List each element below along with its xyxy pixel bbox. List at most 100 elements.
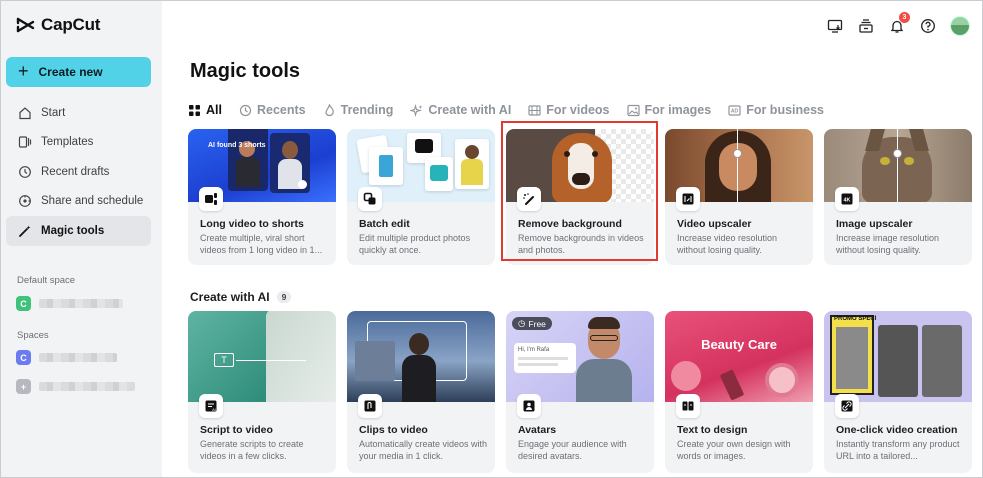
count-badge: 9: [276, 291, 292, 303]
spaces-heading: Spaces: [17, 330, 49, 341]
main-content: 3 Magic tools All Recents Trending Creat…: [162, 1, 982, 477]
inbox-button[interactable]: [857, 17, 875, 35]
space-avatar: C: [16, 350, 31, 365]
tool-description: Increase image resolution without losing…: [836, 233, 940, 255]
sidebar-item-templates[interactable]: Templates: [6, 128, 151, 158]
create-with-ai-heading: Create with AI 9: [190, 290, 292, 304]
sidebar-item-share-schedule[interactable]: Share and schedule: [6, 187, 151, 217]
space-item[interactable]: C: [16, 350, 117, 365]
tool-card-one-click-video[interactable]: PROMO SPECI One-click video creation Ins…: [824, 311, 972, 473]
tool-description: Create your own design with words or ima…: [677, 439, 791, 461]
tool-description: Remove backgrounds in videos and photos.: [518, 233, 644, 255]
space-name-redacted: [39, 353, 117, 362]
image-4k-icon: 4K: [835, 187, 859, 211]
tool-thumbnail: PROMO SPECI: [824, 311, 972, 402]
business-icon: AD: [728, 104, 741, 116]
home-icon: [19, 106, 31, 119]
magic-wand-icon: [19, 225, 31, 237]
tab-label: All: [206, 103, 222, 117]
create-new-button[interactable]: + Create new: [6, 57, 151, 87]
create-with-ai-grid: T AI Script to video Generate scripts to…: [188, 311, 972, 473]
tab-recents[interactable]: Recents: [239, 103, 306, 117]
tool-thumbnail: Beauty Care: [665, 311, 813, 402]
sidebar-item-label: Magic tools: [41, 224, 105, 237]
clock-icon: ◷: [518, 318, 526, 328]
tool-title: Remove background: [518, 218, 622, 230]
tool-card-video-upscaler[interactable]: Video upscaler Increase video resolution…: [665, 129, 813, 265]
capcut-logo[interactable]: CapCut: [16, 15, 100, 35]
tool-description: Edit multiple product photos quickly at …: [359, 233, 471, 255]
tool-title: Video upscaler: [677, 218, 752, 230]
svg-text:4K: 4K: [843, 198, 850, 204]
avatar[interactable]: [950, 16, 970, 36]
space-name-redacted: [39, 299, 123, 308]
sidebar-item-label: Templates: [41, 136, 94, 149]
tab-for-videos[interactable]: For videos: [528, 103, 610, 117]
tab-label: For business: [746, 103, 824, 117]
free-badge: ◷ Free: [512, 317, 552, 330]
design-icon: [676, 394, 700, 418]
tab-create-with-ai[interactable]: Create with AI: [410, 103, 511, 117]
tab-label: For images: [644, 103, 712, 117]
notification-badge: 3: [899, 12, 910, 23]
clock-icon: [239, 104, 252, 116]
tool-title: Text to design: [677, 424, 748, 436]
tab-trending[interactable]: Trending: [323, 103, 394, 117]
tool-card-batch-edit[interactable]: Batch edit Edit multiple product photos …: [347, 129, 495, 265]
svg-text:AI: AI: [212, 407, 216, 412]
tool-card-image-upscaler[interactable]: 4K Image upscaler Increase image resolut…: [824, 129, 972, 265]
link-icon: [835, 394, 859, 418]
tool-card-script-to-video[interactable]: T AI Script to video Generate scripts to…: [188, 311, 336, 473]
tool-title: Script to video: [200, 424, 273, 436]
scissors-video-icon: [199, 187, 223, 211]
add-space-item[interactable]: +: [16, 379, 135, 394]
ai-found-label: AI found 3 shorts: [208, 142, 266, 149]
sidebar-item-label: Recent drafts: [41, 165, 110, 178]
plus-icon: +: [18, 61, 29, 81]
sidebar-item-start[interactable]: Start: [6, 98, 151, 128]
tab-for-images[interactable]: For images: [626, 103, 712, 117]
clips-icon: [358, 394, 382, 418]
beauty-care-text: Beauty Care: [701, 337, 777, 352]
help-button[interactable]: [919, 17, 937, 35]
tab-label: Recents: [256, 103, 306, 117]
film-icon: [528, 104, 541, 116]
tool-card-long-video-to-shorts[interactable]: AI found 3 shorts Long video to shorts C…: [188, 129, 336, 265]
tool-title: Clips to video: [359, 424, 428, 436]
tool-card-avatars[interactable]: Hi, I'm Rafa ◷ Free Avatars Engage your …: [506, 311, 654, 473]
notifications-button[interactable]: 3: [888, 12, 910, 35]
sidebar-nav: Start Templates Recent drafts Share and …: [6, 98, 151, 246]
eraser-icon: [517, 187, 541, 211]
phone-frame: [228, 129, 268, 191]
magic-tools-grid: AI found 3 shorts Long video to shorts C…: [188, 129, 972, 265]
tool-thumbnail: [347, 311, 495, 402]
tool-card-clips-to-video[interactable]: Clips to video Automatically create vide…: [347, 311, 495, 473]
tool-description: Create multiple, viral short videos from…: [200, 233, 323, 255]
default-space-heading: Default space: [17, 275, 76, 286]
tool-card-remove-background[interactable]: Remove background Remove backgrounds in …: [506, 129, 654, 265]
clock-icon: [19, 165, 31, 178]
tool-title: Long video to shorts: [200, 218, 304, 230]
tool-thumbnail: T: [188, 311, 336, 402]
default-space-item[interactable]: C: [16, 296, 123, 311]
image-icon: [626, 104, 640, 116]
space-name-redacted: [39, 382, 135, 391]
tool-description: Instantly transform any product URL into…: [836, 439, 960, 461]
templates-icon: [18, 136, 32, 148]
header-actions: 3: [826, 12, 970, 36]
tab-for-business[interactable]: AD For business: [728, 103, 824, 117]
promo-special-text: PROMO SPECI: [834, 316, 877, 322]
tab-all[interactable]: All: [188, 103, 222, 117]
sidebar-item-magic-tools[interactable]: Magic tools: [6, 216, 151, 246]
script-ai-icon: AI: [199, 394, 223, 418]
sidebar-item-recent-drafts[interactable]: Recent drafts: [6, 157, 151, 187]
section-title-text: Create with AI: [190, 290, 270, 304]
capcut-logo-icon: [16, 17, 35, 33]
space-avatar: C: [16, 296, 31, 311]
tab-label: Trending: [340, 103, 394, 117]
upload-screen-button[interactable]: [826, 17, 844, 35]
stack-icon: [859, 19, 873, 33]
tab-label: For videos: [546, 103, 610, 117]
sparkle-icon: [410, 103, 423, 117]
tool-card-text-to-design[interactable]: Beauty Care Text to design Create your o…: [665, 311, 813, 473]
